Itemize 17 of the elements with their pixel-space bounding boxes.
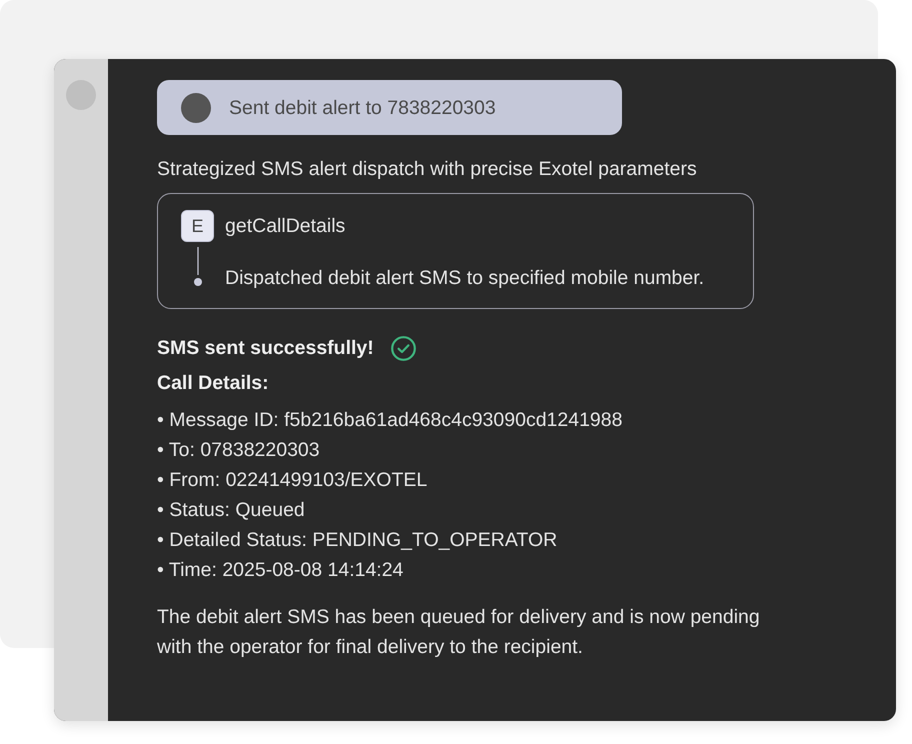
step-text: Dispatched debit alert SMS to specified mobile number. [225,266,704,291]
summary-text: Strategized SMS alert dispatch with precise Exotel parameters [157,157,697,182]
tool-badge: E [181,210,214,242]
detail-item: • From: 02241499103/EXOTEL [157,468,428,493]
detail-item: • Status: Queued [157,498,305,523]
step-connector-icon [194,247,202,286]
details-heading: Call Details: [157,371,269,396]
check-circle-icon [390,336,416,360]
closing-paragraph: The debit alert SMS has been queued for delivery and is now pending with the operator for final delivery to the recipient. [157,605,761,660]
success-heading: SMS sent successfully! [157,336,374,361]
avatar-icon [181,92,211,122]
detail-item: • Message ID: f5b216ba61ad468c4c93090cd1241988 [157,408,622,433]
detail-item: • To: 07838220303 [157,438,320,463]
detail-item: • Detailed Status: PENDING_TO_OPERATOR [157,528,558,553]
tool-name: getCallDetails [225,214,346,239]
notice-text: Sent debit alert to 7838220303 [229,96,496,120]
detail-item: • Time: 2025-08-08 14:14:24 [157,558,404,583]
